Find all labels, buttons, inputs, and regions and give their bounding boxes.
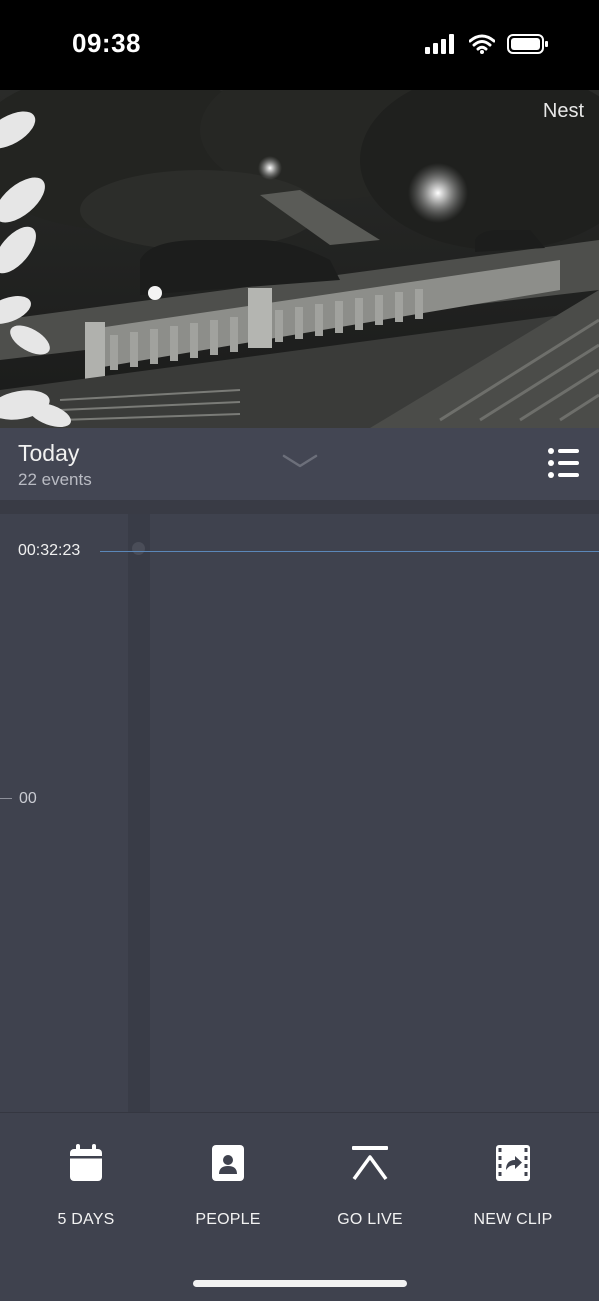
film-clip-icon xyxy=(496,1145,530,1181)
events-count: 22 events xyxy=(18,470,92,489)
playhead-line xyxy=(100,551,599,552)
hour-tick xyxy=(0,798,12,799)
go-live-label: GO LIVE xyxy=(337,1211,403,1228)
go-live-button[interactable]: GO LIVE xyxy=(300,1141,440,1229)
go-live-icon xyxy=(352,1146,388,1181)
chevron-down-icon[interactable] xyxy=(282,452,318,470)
status-bar: 09:38 xyxy=(0,0,599,90)
people-button[interactable]: PEOPLE xyxy=(158,1141,298,1229)
playhead-knob[interactable] xyxy=(132,542,145,555)
battery-icon xyxy=(507,34,548,54)
header-title: Today xyxy=(18,440,80,466)
status-time: 09:38 xyxy=(72,28,141,58)
camera-feed[interactable]: Nest xyxy=(0,90,599,428)
camera-feed-image xyxy=(0,90,599,428)
current-time: 00:32:23 xyxy=(18,542,81,559)
brand-label: Nest xyxy=(542,100,584,122)
events-header: Today 22 events xyxy=(0,428,599,500)
five-days-label: 5 DAYS xyxy=(57,1211,115,1228)
person-badge-icon xyxy=(212,1145,244,1181)
signal-icon xyxy=(425,34,454,54)
five-days-button[interactable]: 5 DAYS xyxy=(16,1141,156,1229)
event-timeline[interactable]: 00:32:23 00 xyxy=(0,514,599,1112)
bottom-toolbar: 5 DAYS PEOPLE GO LIVE NEW CLIP xyxy=(0,1112,599,1301)
new-clip-label: NEW CLIP xyxy=(473,1211,553,1228)
hour-tick-label: 00 xyxy=(19,790,37,807)
calendar-icon xyxy=(70,1144,102,1181)
divider xyxy=(0,500,599,514)
list-view-icon[interactable] xyxy=(547,446,581,480)
new-clip-button[interactable]: NEW CLIP xyxy=(443,1141,583,1229)
timeline-track[interactable] xyxy=(128,514,150,1112)
status-icons xyxy=(425,33,549,55)
wifi-icon xyxy=(469,34,495,54)
home-indicator[interactable] xyxy=(193,1280,407,1287)
people-label: PEOPLE xyxy=(195,1211,261,1228)
